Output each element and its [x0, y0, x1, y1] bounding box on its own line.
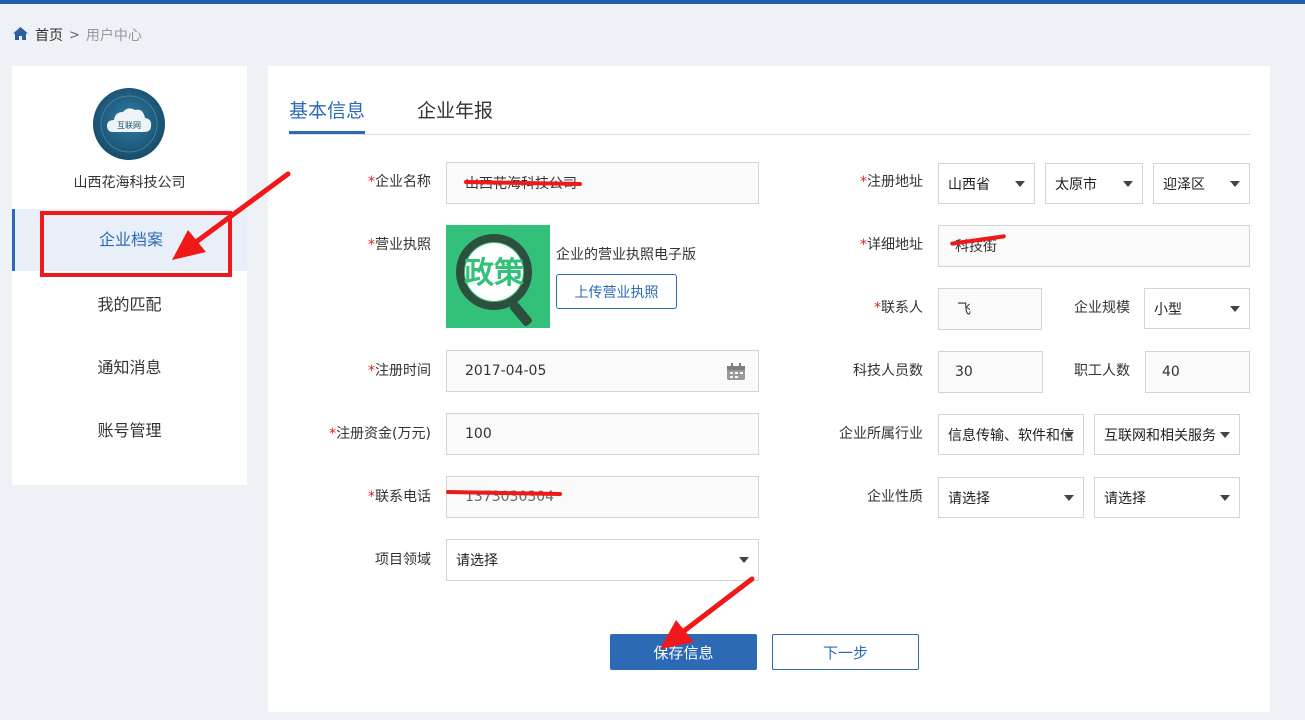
annotation-arrows	[172, 171, 755, 649]
